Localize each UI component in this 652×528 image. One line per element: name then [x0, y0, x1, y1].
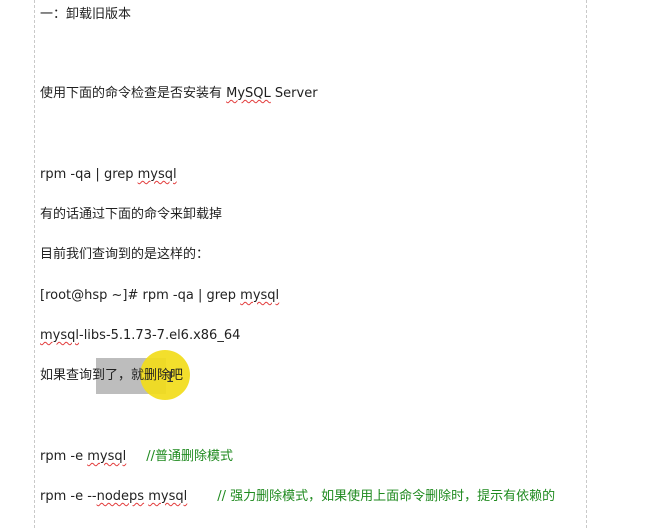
remove-command-line: rpm -e mysql //普通删除模式 [40, 448, 233, 466]
check-install-prefix: 使用下面的命令检查是否安装有 [40, 86, 227, 101]
remove-command-comment: //普通删除模式 [146, 449, 233, 464]
text-cursor-icon: I [166, 370, 175, 386]
remove-command-main: rpm -e [40, 449, 88, 464]
force-remove-mysql: mysql [148, 489, 188, 504]
right-margin [587, 0, 652, 528]
query-command-line: rpm -qa | grep mysql [40, 166, 177, 184]
prompt-command: [root@hsp ~]# rpm -qa | grep [40, 288, 241, 303]
result-intro-text: 目前我们查询到的是这样的： [40, 247, 210, 262]
if-found-line: 如果查询到了，就删除吧 [40, 367, 183, 385]
check-install-suffix: Server [270, 86, 318, 101]
check-install-product: MySQL [226, 86, 271, 101]
package-version: -libs-5.1.73-7.el6.x86_64 [79, 328, 241, 343]
left-margin [0, 0, 34, 528]
result-intro-line: 目前我们查询到的是这样的： [40, 246, 209, 264]
if-found-text: 如果查询到了，就删除吧 [40, 368, 184, 383]
heading: 一：卸载旧版本 [40, 6, 131, 24]
query-command-main: rpm -qa | grep [40, 167, 138, 182]
uninstall-text: 有的话通过下面的命令来卸载掉 [40, 207, 223, 222]
force-remove-line: rpm -e --nodeps mysql // 强力删除模式，如果使用上面命令删… [40, 488, 555, 506]
check-install-line: 使用下面的命令检查是否安装有 MySQL Server [40, 85, 318, 103]
prompt-line: [root@hsp ~]# rpm -qa | grep mysql [40, 287, 279, 305]
query-command-mysql: mysql [137, 167, 177, 182]
force-remove-nodeps: nodeps [96, 489, 145, 504]
force-remove-main: rpm -e -- [40, 489, 97, 504]
remove-command-mysql: mysql [87, 449, 127, 464]
prompt-mysql: mysql [240, 288, 280, 303]
heading-text: 一：卸载旧版本 [40, 7, 132, 22]
package-name-mysql: mysql [40, 328, 79, 343]
document-window: 一：卸载旧版本 使用下面的命令检查是否安装有 MySQL Server rpm … [0, 0, 652, 528]
package-line: mysql-libs-5.1.73-7.el6.x86_64 [40, 327, 240, 345]
uninstall-line: 有的话通过下面的命令来卸载掉 [40, 206, 222, 224]
force-remove-comment: // 强力删除模式，如果使用上面命令删除时，提示有依赖的 [217, 489, 556, 504]
